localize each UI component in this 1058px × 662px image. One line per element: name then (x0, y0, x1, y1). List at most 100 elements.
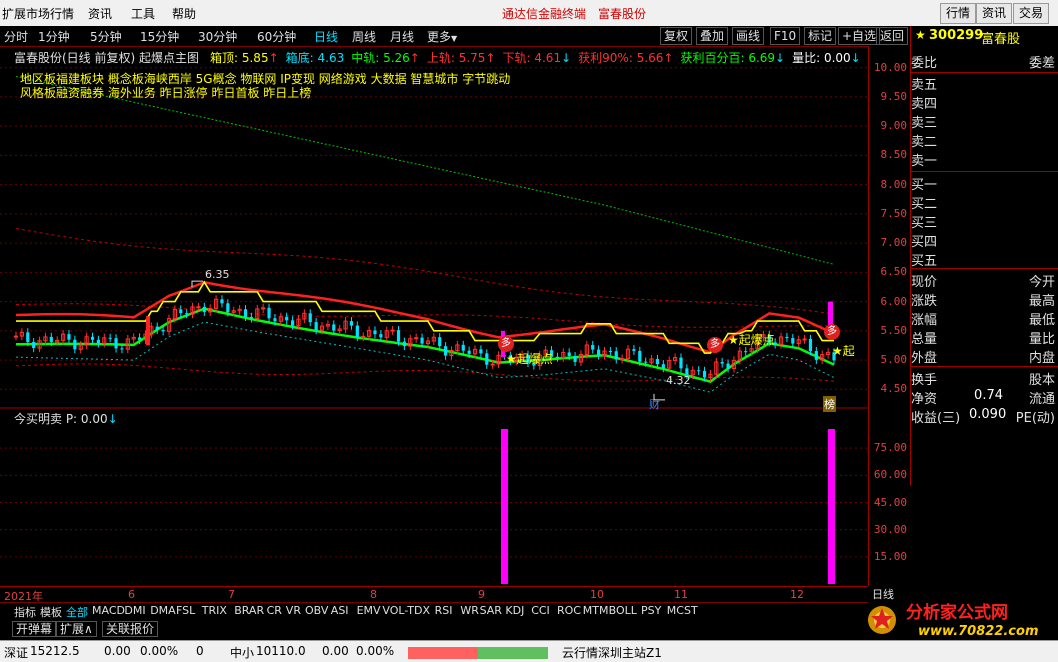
signal-text-3: 起 (842, 344, 855, 358)
indicator-tab-wr[interactable]: WR (460, 604, 479, 617)
date-label-jul: 7 (228, 588, 235, 601)
indicator-tab-trix[interactable]: TRIX (202, 604, 227, 617)
indicator-tab-boll[interactable]: BOLL (609, 604, 637, 617)
period-tab-weekly[interactable]: 周线 (352, 28, 376, 45)
menu-extended-market[interactable]: 扩展市场行情 (2, 5, 74, 22)
server-label[interactable]: 云行情深圳主站Z1 (562, 644, 662, 661)
kline-chart[interactable] (0, 46, 868, 586)
quote-stat-label-right: 今开 (1028, 275, 1055, 290)
period-tab-more[interactable]: 更多▼ (427, 28, 457, 45)
period-tab-30min[interactable]: 30分钟 (198, 28, 237, 45)
indicator-tab-macd[interactable]: MACD (92, 604, 125, 617)
indicator-tab--[interactable]: 模板 (40, 604, 62, 620)
candle-body-down (179, 309, 183, 314)
indicator-tab-mtm[interactable]: MTM (583, 604, 609, 617)
add-watchlist-button[interactable]: +自选 (838, 27, 881, 45)
buy-level-row[interactable]: 买二 (911, 193, 1058, 212)
buy-level-row[interactable]: 买一 (911, 174, 1058, 193)
quote-stat-label: 总量 (911, 332, 938, 347)
indicator-tab-fsl[interactable]: FSL (176, 604, 195, 617)
period-tab-1min[interactable]: 1分钟 (38, 28, 70, 45)
sell-level-label: 卖四 (911, 97, 938, 112)
indicator-tab-cci[interactable]: CCI (531, 604, 550, 617)
indicator-tab-emv[interactable]: EMV (357, 604, 381, 617)
candle-body-down (614, 351, 618, 360)
sz-index-volume: 0 (196, 644, 204, 658)
buy-level-row[interactable]: 买三 (911, 212, 1058, 231)
indicator-tab-rsi[interactable]: RSI (435, 604, 453, 617)
buy-level-row[interactable]: 买四 (911, 231, 1058, 250)
sub-axis-label: 30.00 (873, 522, 907, 536)
candle-body-down (108, 337, 112, 339)
candle-body-down (438, 337, 442, 347)
price-axis-label: 7.00 (880, 236, 908, 250)
indicator-tab-dma[interactable]: DMA (150, 604, 176, 617)
period-tab-monthly[interactable]: 月线 (390, 28, 414, 45)
menu-tools[interactable]: 工具 (131, 5, 155, 22)
date-label-dec: 12 (790, 588, 804, 601)
menu-help[interactable]: 帮助 (172, 5, 196, 22)
danmaku-button[interactable]: 开弹幕 (12, 621, 57, 637)
candle-body-down (396, 330, 401, 342)
restore-rights-button[interactable]: 复权 (660, 27, 693, 45)
indicator-tab-vol-tdx[interactable]: VOL-TDX (382, 604, 430, 617)
expand-button[interactable]: 扩展∧ (56, 621, 97, 637)
candle-body-down (32, 342, 36, 349)
buy-level-row[interactable]: 买五 (911, 250, 1058, 269)
period-tab-60min[interactable]: 60分钟 (257, 28, 296, 45)
period-tab-15min[interactable]: 15分钟 (140, 28, 179, 45)
related-quote-button[interactable]: 关联报价 (102, 621, 159, 637)
overlay-button[interactable]: 叠加 (696, 27, 729, 45)
indicator-tab-psy[interactable]: PSY (641, 604, 661, 617)
period-tab-timeshare[interactable]: 分时 (4, 28, 28, 45)
candle-body-down (726, 363, 730, 369)
news-button[interactable]: 资讯 (976, 3, 1013, 24)
sell-level-row[interactable]: 卖五 (911, 74, 1058, 93)
indicator-tab-sar[interactable]: SAR (480, 604, 502, 617)
candle-body-down (808, 338, 813, 352)
sell-level-row[interactable]: 卖四 (911, 93, 1058, 112)
indicator-label-5: 获利90%: (578, 51, 637, 65)
ranking-marker[interactable]: 榜 (823, 396, 836, 412)
f10-button[interactable]: F10 (770, 27, 801, 45)
candle-body-down (285, 316, 289, 321)
indicator-tab-brar[interactable]: BRAR (234, 604, 264, 617)
quote-stat-label-right: 最低 (1028, 313, 1055, 328)
menu-news[interactable]: 资讯 (88, 5, 112, 22)
indicator-tab--[interactable]: 指标 (14, 604, 36, 620)
arrow-up-icon: ↑ (268, 51, 279, 65)
period-tab-5min[interactable]: 5分钟 (90, 28, 122, 45)
sz-index-change: 0.00 (104, 644, 131, 658)
indicator-tab-mcst[interactable]: MCST (667, 604, 698, 617)
indicator-tab--[interactable]: 全部 (66, 604, 88, 620)
logo-url: www.70822.com (918, 624, 1039, 639)
price-axis-label: 7.50 (880, 206, 908, 220)
promo-terminal[interactable]: 通达信金融终端 (502, 5, 586, 22)
logo-text: 分析家公式网 (906, 602, 1008, 623)
indicator-tab-cr[interactable]: CR (267, 604, 282, 617)
sell-level-row[interactable]: 卖一 (911, 150, 1058, 169)
sell-level-row[interactable]: 卖三 (911, 112, 1058, 131)
indicator-tab-dmi[interactable]: DMI (124, 604, 145, 617)
candle-body-down (591, 345, 595, 350)
fundamental-stat-value: 0.090 (969, 407, 1007, 422)
indicator-tab-roc[interactable]: ROC (557, 604, 581, 617)
indicator-tab-kdj[interactable]: KDJ (505, 604, 524, 617)
order-book-panel: ★ 300299 富春股 委比 委差 卖五 卖四 卖三 卖二 卖一 买一 买二 买三 买四 买五… (910, 26, 1058, 486)
back-button[interactable]: 返回 (876, 27, 909, 45)
quote-button[interactable]: 行情 (940, 3, 977, 24)
period-tab-daily[interactable]: 日线 (314, 28, 338, 45)
trade-button[interactable]: 交易 (1013, 3, 1050, 24)
indicator-tab-obv[interactable]: OBV (305, 604, 328, 617)
low-price-label: 4.32 (666, 374, 691, 387)
draw-line-button[interactable]: 画线 (732, 27, 765, 45)
finance-marker[interactable]: 财 (649, 396, 660, 412)
bid-ratio-row: 委比 委差 (911, 52, 1058, 71)
promo-stock[interactable]: 富春股份 (598, 5, 646, 22)
indicator-tab-asi[interactable]: ASI (331, 604, 349, 617)
mark-button[interactable]: 标记 (804, 27, 837, 45)
candle-body-down (379, 334, 383, 338)
candle-body-down (290, 320, 295, 326)
indicator-tab-vr[interactable]: VR (286, 604, 301, 617)
sell-level-row[interactable]: 卖二 (911, 131, 1058, 150)
